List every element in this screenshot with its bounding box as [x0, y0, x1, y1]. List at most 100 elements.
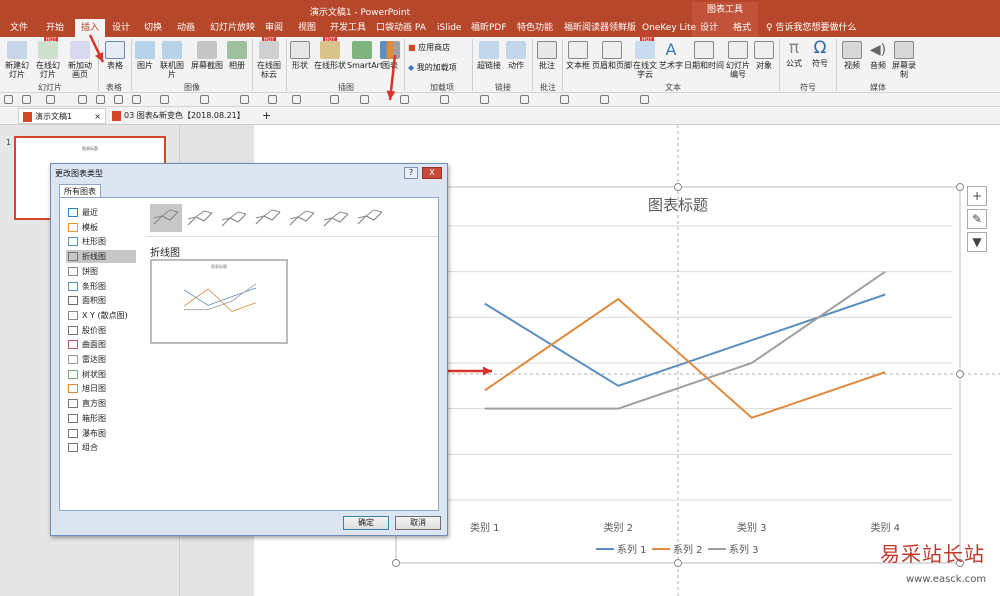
chart-category-label: 旭日图 — [82, 384, 106, 394]
chart-category-item[interactable]: 直方图 — [66, 397, 136, 410]
chart-filters-button[interactable]: ▼ — [967, 232, 987, 252]
line-subtype-option[interactable] — [150, 204, 182, 232]
resize-handle[interactable] — [674, 559, 682, 567]
subtype-glyph-line — [357, 211, 383, 225]
ok-button[interactable]: 确定 — [343, 516, 389, 530]
legend-label: 系列 2 — [673, 543, 703, 556]
chart-category-item[interactable]: 饼图 — [66, 265, 136, 278]
chart-category-label: 股价图 — [82, 325, 106, 335]
chart-category-label: 面积图 — [82, 296, 106, 306]
chart-category-icon — [68, 384, 78, 394]
subtype-glyph-line — [323, 211, 349, 221]
chart-category-item[interactable]: 箱形图 — [66, 412, 136, 425]
series-line-1[interactable] — [484, 293, 886, 387]
chart-button-arrow-icon — [386, 54, 397, 101]
chart-category-icon — [68, 222, 78, 232]
chart-category-item[interactable]: 面积图 — [66, 294, 136, 307]
chart-category-item[interactable]: 模板 — [66, 221, 136, 234]
chart-category-label: 瀑布图 — [82, 428, 106, 438]
chart-category-label: 条形图 — [82, 281, 106, 291]
chart-preview[interactable]: 图表标题 — [150, 259, 288, 344]
chart-category-item[interactable]: 条形图 — [66, 280, 136, 293]
legend-label: 系列 3 — [729, 543, 759, 556]
x-tick-label: 类别 2 — [603, 521, 633, 534]
change-chart-type-dialog: 更改图表类型 ? X 所有图表 最近模板柱形图折线图饼图条形图面积图 X Y (散… — [50, 163, 448, 536]
resize-handle[interactable] — [956, 370, 964, 378]
chart-subtype-name: 折线图 — [150, 248, 180, 259]
chart-category-label: 直方图 — [82, 399, 106, 409]
subtype-glyph-line — [255, 209, 281, 219]
chart-category-icon — [68, 310, 78, 320]
chart-category-label: X Y (散点图) — [82, 310, 128, 320]
chart-category-icon — [68, 237, 78, 247]
chart-subtype-panel: 折线图 图表标题 — [146, 198, 438, 510]
resize-handle[interactable] — [674, 183, 682, 191]
chart-category-icon — [68, 355, 78, 364]
chart-category-item[interactable]: 旭日图 — [66, 382, 136, 395]
line-chart-icon — [357, 209, 383, 225]
chart-category-icon — [68, 413, 78, 423]
chart-category-item[interactable]: 折线图 — [66, 250, 136, 264]
chart-category-item[interactable]: 曲面图 — [66, 338, 136, 351]
subtype-glyph-line — [187, 212, 213, 226]
resize-handle[interactable] — [956, 183, 964, 191]
line-chart-icon — [289, 210, 315, 226]
x-tick-label: 类别 3 — [737, 521, 767, 534]
chart-category-icon — [68, 266, 78, 276]
line-subtype-option[interactable] — [286, 204, 318, 232]
chart-category-item[interactable]: 最近 — [66, 206, 136, 219]
chart-styles-button[interactable]: ✎ — [967, 209, 987, 229]
chart-category-label: 曲面图 — [82, 340, 106, 350]
line-subtype-option[interactable] — [354, 204, 386, 232]
chart-category-icon — [68, 296, 78, 306]
subtype-divider — [146, 236, 438, 237]
chart-elements-button[interactable]: + — [967, 186, 987, 206]
line-subtype-option[interactable] — [184, 204, 216, 232]
dialog-title: 更改图表类型 — [55, 169, 103, 178]
line-chart-icon — [255, 209, 281, 225]
chart-category-label: 组合 — [82, 443, 98, 453]
preview-lines — [183, 283, 257, 312]
chart-category-label: 树状图 — [82, 369, 106, 379]
chart-title[interactable]: 图表标题 — [648, 196, 708, 214]
chart-category-item[interactable]: X Y (散点图) — [66, 309, 136, 322]
chart-category-item[interactable]: 树状图 — [66, 368, 136, 381]
chart-category-icon — [68, 325, 78, 335]
subtype-glyph-line — [221, 213, 247, 227]
line-subtype-option[interactable] — [320, 204, 352, 232]
chart-category-item[interactable]: 柱形图 — [66, 235, 136, 248]
line-chart-icon — [187, 210, 213, 226]
preview-series-line — [183, 287, 257, 306]
chart-category-item[interactable]: 组合 — [66, 441, 136, 454]
x-tick-label: 类别 4 — [870, 521, 900, 534]
chart-category-label: 雷达图 — [82, 355, 106, 364]
chart-category-label: 柱形图 — [82, 237, 106, 247]
chart-category-icon — [68, 428, 78, 438]
legend-label: 系列 1 — [617, 543, 647, 556]
chart-category-icon — [68, 252, 78, 262]
subtype-glyph-line — [153, 211, 179, 225]
insert-tab-arrow-icon — [88, 34, 105, 63]
cancel-button[interactable]: 取消 — [395, 516, 441, 530]
chart-category-item[interactable]: 股价图 — [66, 324, 136, 337]
close-button[interactable]: X — [422, 167, 442, 179]
tab-all-charts[interactable]: 所有图表 — [59, 184, 101, 198]
chart-category-icon — [68, 443, 78, 453]
chart-category-icon — [68, 340, 78, 350]
line-subtype-option[interactable] — [218, 204, 250, 232]
help-button[interactable]: ? — [404, 167, 418, 179]
chart-category-item[interactable]: 瀑布图 — [66, 427, 136, 440]
chart-category-label: 折线图 — [82, 252, 106, 262]
subtype-glyph-line — [221, 211, 247, 221]
subtype-glyph-line — [255, 211, 281, 225]
subtype-glyph-line — [323, 213, 349, 227]
line-subtype-option[interactable] — [252, 204, 284, 232]
chart-category-icon — [68, 369, 78, 379]
chart-category-item[interactable]: 雷达图 — [66, 353, 136, 366]
resize-handle[interactable] — [392, 559, 400, 567]
subtype-glyph-line — [289, 210, 315, 220]
line-chart-icon — [323, 211, 349, 227]
line-chart-icon — [153, 209, 179, 225]
chart-category-list: 最近模板柱形图折线图饼图条形图面积图 X Y (散点图) 股价图曲面图雷达图树状图旭… — [60, 198, 140, 510]
chart-category-label: 最近 — [82, 208, 98, 217]
